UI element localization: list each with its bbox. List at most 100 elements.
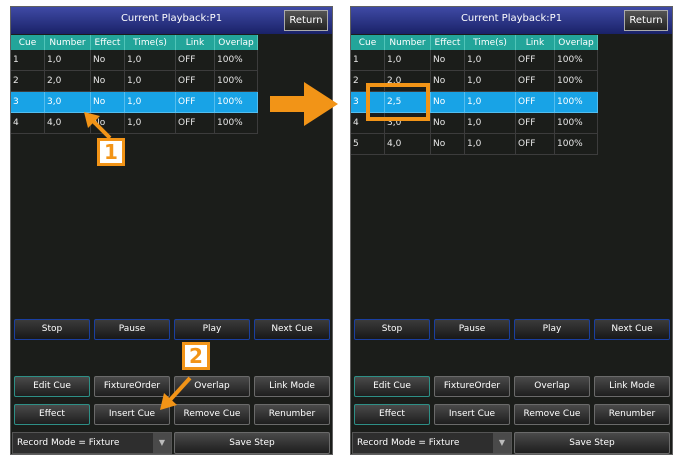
cell-overlap[interactable]: 100% — [554, 112, 598, 134]
record-mode-select[interactable]: Record Mode = Fixture ▼ — [352, 432, 512, 454]
cell-cue[interactable]: 5 — [351, 133, 385, 155]
cell-link[interactable]: OFF — [175, 112, 215, 134]
table-row[interactable]: 2 2,0 No 1,0 OFF 100% — [351, 70, 598, 92]
cell-effect[interactable]: No — [90, 70, 125, 92]
cell-number[interactable]: 3,0 — [384, 112, 431, 134]
cell-cue[interactable]: 2 — [11, 70, 45, 92]
cell-time[interactable]: 1,0 — [464, 91, 516, 113]
cell-link[interactable]: OFF — [515, 112, 555, 134]
cell-effect[interactable]: No — [90, 50, 125, 71]
cell-time[interactable]: 1,0 — [464, 70, 516, 92]
cell-overlap[interactable]: 100% — [554, 133, 598, 155]
overlap-button[interactable]: Overlap — [514, 376, 590, 397]
cell-number[interactable]: 1,0 — [384, 50, 431, 71]
cell-number[interactable]: 2,0 — [44, 70, 91, 92]
table-row[interactable]: 4 3,0 No 1,0 OFF 100% — [351, 112, 598, 134]
record-mode-select[interactable]: Record Mode = Fixture ▼ — [12, 432, 172, 454]
column-header-number: Number — [44, 35, 91, 50]
step-badge-2: 2 — [182, 342, 210, 370]
effect-button[interactable]: Effect — [14, 404, 90, 425]
cell-number[interactable]: 4,0 — [44, 112, 91, 134]
cell-effect[interactable]: No — [90, 91, 125, 113]
table-row[interactable]: 2 2,0 No 1,0 OFF 100% — [11, 70, 258, 92]
cell-effect[interactable]: No — [90, 112, 125, 134]
cell-effect[interactable]: No — [430, 91, 465, 113]
renumber-button[interactable]: Renumber — [254, 404, 330, 425]
cell-time[interactable]: 1,0 — [124, 70, 176, 92]
cell-cue[interactable]: 4 — [11, 112, 45, 134]
cell-cue[interactable]: 1 — [11, 50, 45, 71]
title-bar: Current Playback:P1 Return — [351, 7, 672, 34]
table-row[interactable]: 1 1,0 No 1,0 OFF 100% — [351, 50, 598, 71]
table-row[interactable]: 3 2,5 No 1,0 OFF 100% — [351, 91, 598, 113]
record-mode-label: Record Mode = Fixture — [17, 438, 120, 448]
cell-link[interactable]: OFF — [175, 70, 215, 92]
cell-effect[interactable]: No — [430, 133, 465, 155]
fixture-order-button[interactable]: FixtureOrder — [434, 376, 510, 397]
next-cue-button[interactable]: Next Cue — [254, 319, 330, 340]
cell-cue[interactable]: 3 — [351, 91, 385, 113]
edit-cue-button[interactable]: Edit Cue — [354, 376, 430, 397]
cell-cue[interactable]: 4 — [351, 112, 385, 134]
cell-time[interactable]: 1,0 — [124, 112, 176, 134]
cell-link[interactable]: OFF — [515, 50, 555, 71]
cell-overlap[interactable]: 100% — [214, 50, 258, 71]
fixture-order-button[interactable]: FixtureOrder — [94, 376, 170, 397]
cell-link[interactable]: OFF — [175, 50, 215, 71]
edit-cue-button[interactable]: Edit Cue — [14, 376, 90, 397]
cell-number[interactable]: 2,0 — [384, 70, 431, 92]
cell-overlap[interactable]: 100% — [214, 112, 258, 134]
table-row[interactable]: 4 4,0 No 1,0 OFF 100% — [11, 112, 258, 134]
insert-cue-button[interactable]: Insert Cue — [94, 404, 170, 425]
cell-cue[interactable]: 1 — [351, 50, 385, 71]
cell-effect[interactable]: No — [430, 70, 465, 92]
cell-overlap[interactable]: 100% — [214, 91, 258, 113]
cell-number[interactable]: 2,5 — [384, 91, 431, 113]
cell-cue[interactable]: 3 — [11, 91, 45, 113]
pause-button[interactable]: Pause — [94, 319, 170, 340]
table-row[interactable]: 1 1,0 No 1,0 OFF 100% — [11, 50, 258, 71]
table-row[interactable]: 3 3,0 No 1,0 OFF 100% — [11, 91, 258, 113]
cell-time[interactable]: 1,0 — [464, 133, 516, 155]
cell-time[interactable]: 1,0 — [464, 50, 516, 71]
cell-time[interactable]: 1,0 — [124, 91, 176, 113]
cell-cue[interactable]: 2 — [351, 70, 385, 92]
cell-time[interactable]: 1,0 — [124, 50, 176, 71]
return-button[interactable]: Return — [624, 10, 668, 31]
pause-button[interactable]: Pause — [434, 319, 510, 340]
cell-link[interactable]: OFF — [175, 91, 215, 113]
cell-time[interactable]: 1,0 — [464, 112, 516, 134]
cell-overlap[interactable]: 100% — [554, 50, 598, 71]
link-mode-button[interactable]: Link Mode — [594, 376, 670, 397]
cell-link[interactable]: OFF — [515, 70, 555, 92]
next-cue-button[interactable]: Next Cue — [594, 319, 670, 340]
cell-effect[interactable]: No — [430, 112, 465, 134]
stop-button[interactable]: Stop — [14, 319, 90, 340]
cell-number[interactable]: 3,0 — [44, 91, 91, 113]
cell-overlap[interactable]: 100% — [554, 91, 598, 113]
overlap-button[interactable]: Overlap — [174, 376, 250, 397]
play-button[interactable]: Play — [174, 319, 250, 340]
chevron-down-icon[interactable]: ▼ — [493, 433, 511, 453]
column-header-effect: Effect — [90, 35, 125, 50]
table-row[interactable]: 5 4,0 No 1,0 OFF 100% — [351, 133, 598, 155]
renumber-button[interactable]: Renumber — [594, 404, 670, 425]
stop-button[interactable]: Stop — [354, 319, 430, 340]
play-button[interactable]: Play — [514, 319, 590, 340]
cell-overlap[interactable]: 100% — [214, 70, 258, 92]
cell-link[interactable]: OFF — [515, 91, 555, 113]
insert-cue-button[interactable]: Insert Cue — [434, 404, 510, 425]
return-button[interactable]: Return — [284, 10, 328, 31]
cell-overlap[interactable]: 100% — [554, 70, 598, 92]
cell-number[interactable]: 1,0 — [44, 50, 91, 71]
remove-cue-button[interactable]: Remove Cue — [514, 404, 590, 425]
remove-cue-button[interactable]: Remove Cue — [174, 404, 250, 425]
save-step-button[interactable]: Save Step — [514, 432, 670, 454]
chevron-down-icon[interactable]: ▼ — [153, 433, 171, 453]
cell-effect[interactable]: No — [430, 50, 465, 71]
cell-number[interactable]: 4,0 — [384, 133, 431, 155]
effect-button[interactable]: Effect — [354, 404, 430, 425]
save-step-button[interactable]: Save Step — [174, 432, 330, 454]
link-mode-button[interactable]: Link Mode — [254, 376, 330, 397]
cell-link[interactable]: OFF — [515, 133, 555, 155]
